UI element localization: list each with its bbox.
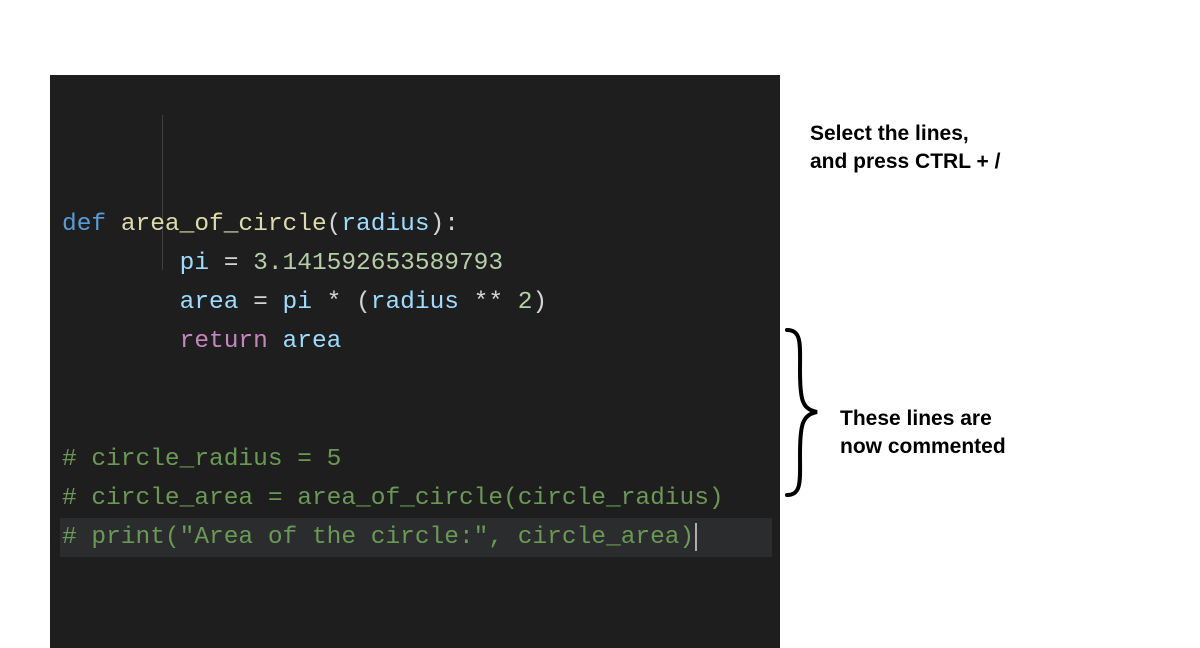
indent xyxy=(62,328,180,355)
operator-pow: ** xyxy=(459,289,518,316)
code-line-5[interactable] xyxy=(62,361,772,400)
number-2: 2 xyxy=(518,289,533,316)
var-area-ref: area xyxy=(283,328,342,355)
code-line-9-comment[interactable]: # print("Area of the circle:", circle_ar… xyxy=(60,518,772,557)
figure-container: def area_of_circle(radius): pi = 3.14159… xyxy=(50,75,780,648)
annotation-text-line: and press CTRL + / xyxy=(810,148,1000,176)
code-line-2[interactable]: pi = 3.141592653589793 xyxy=(62,244,772,283)
equals: = xyxy=(209,250,253,277)
var-area: area xyxy=(180,289,239,316)
annotation-text-line: Select the lines, xyxy=(810,120,1000,148)
annotation-text-line: These lines are xyxy=(840,405,1006,433)
code-line-3[interactable]: area = pi * (radius ** 2) xyxy=(62,283,772,322)
indent xyxy=(62,289,180,316)
var-pi-ref: pi xyxy=(283,289,312,316)
code-line-6[interactable] xyxy=(62,401,772,440)
keyword-def: def xyxy=(62,211,121,238)
annotation-text-line: now commented xyxy=(840,433,1006,461)
code-editor[interactable]: def area_of_circle(radius): pi = 3.14159… xyxy=(50,75,780,648)
var-pi: pi xyxy=(180,250,209,277)
function-name: area_of_circle xyxy=(121,211,327,238)
paren-close: ) xyxy=(533,289,548,316)
annotation-result: These lines are now commented xyxy=(840,405,1006,462)
operator: * ( xyxy=(312,289,371,316)
code-line-8-comment[interactable]: # circle_area = area_of_circle(circle_ra… xyxy=(62,479,772,518)
number-pi: 3.141592653589793 xyxy=(253,250,503,277)
curly-brace-icon xyxy=(782,325,822,500)
code-line-4[interactable]: return area xyxy=(62,322,772,361)
equals: = xyxy=(238,289,282,316)
code-line-7-comment[interactable]: # circle_radius = 5 xyxy=(62,440,772,479)
text-cursor xyxy=(695,523,697,551)
var-radius-ref: radius xyxy=(371,289,459,316)
code-line-1[interactable]: def area_of_circle(radius): xyxy=(62,205,772,244)
annotation-instructions: Select the lines, and press CTRL + / xyxy=(810,120,1000,177)
param-radius: radius xyxy=(341,211,429,238)
paren-close: ): xyxy=(430,211,459,238)
indent xyxy=(62,250,180,277)
paren-open: ( xyxy=(327,211,342,238)
comment-text: # print("Area of the circle:", circle_ar… xyxy=(62,524,694,551)
keyword-return: return xyxy=(180,328,283,355)
